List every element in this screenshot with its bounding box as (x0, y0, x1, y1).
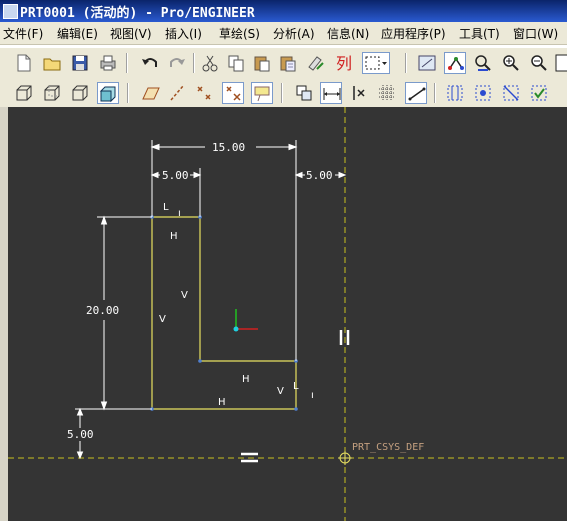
shade-closed-loop-icon[interactable] (444, 82, 466, 104)
menu-tools[interactable]: 工具(T) (459, 25, 500, 42)
constraint-vertical-3[interactable]: V (277, 386, 284, 397)
menu-applications[interactable]: 应用程序(P) (381, 25, 446, 42)
redo-icon[interactable] (166, 52, 188, 74)
toolbar-separator (126, 53, 128, 73)
new-file-icon[interactable] (13, 52, 35, 74)
toolbar-separator (193, 53, 195, 73)
overlapping-geometry-icon[interactable] (500, 82, 522, 104)
annotation-icon[interactable] (251, 82, 273, 104)
toolbar-separator (434, 83, 436, 103)
window-title: PRT0001 (活动的) - Pro/ENGINEER (20, 6, 255, 21)
zoom-out-icon[interactable] (528, 52, 550, 74)
sketch-profile[interactable] (151, 216, 297, 410)
repaint-icon[interactable] (472, 52, 494, 74)
toolbar-separator (281, 83, 283, 103)
constraint-horizontal-1[interactable]: H (170, 231, 178, 242)
menu-bar: 文件(F) 编辑(E) 视图(V) 插入(I) 草绘(S) 分析(A) 信息(N… (0, 22, 567, 45)
menu-analysis[interactable]: 分析(A) (273, 25, 315, 42)
constraint-horizontal-2[interactable]: H (242, 374, 250, 385)
sketch-vertices (150, 215, 298, 411)
shading-icon[interactable] (97, 82, 119, 104)
refit-icon[interactable] (553, 52, 567, 74)
datum-planes-icon[interactable] (140, 82, 162, 104)
open-folder-icon[interactable] (41, 52, 63, 74)
sketch-view-icon[interactable] (293, 82, 315, 104)
menu-insert[interactable]: 插入(I) (165, 25, 202, 42)
save-icon[interactable] (69, 52, 91, 74)
dimension-overall-width-text[interactable]: 15.00 (212, 141, 245, 154)
constraint-length-1[interactable]: L (163, 202, 169, 213)
toggle-vertices-icon[interactable] (405, 82, 427, 104)
toolbar-separator (405, 53, 407, 73)
wireframe-icon[interactable] (13, 82, 35, 104)
constraint-horizontal-3[interactable]: H (218, 397, 226, 408)
toggle-grid-icon[interactable] (376, 82, 398, 104)
sketch-orientation-icon[interactable] (416, 52, 438, 74)
zoom-in-icon[interactable] (500, 52, 522, 74)
vertex (294, 407, 298, 411)
constraint-vertical-2[interactable]: V (159, 314, 166, 325)
datum-points-icon[interactable] (193, 82, 215, 104)
menu-sketch[interactable]: 草绘(S) (219, 25, 260, 42)
menu-view[interactable]: 视图(V) (110, 25, 152, 42)
regenerate-icon[interactable] (305, 52, 327, 74)
dimension-bottom-offset-text[interactable]: 5.00 (67, 428, 94, 441)
copy-icon[interactable] (225, 52, 247, 74)
app-icon (3, 4, 18, 19)
toolbar-file: 列 (0, 48, 567, 78)
cut-icon[interactable] (199, 52, 221, 74)
constraint-length-2[interactable]: L (293, 381, 299, 392)
coordinate-systems-icon[interactable] (222, 82, 244, 104)
constraint-mark: ı (178, 208, 181, 219)
datum-axes-icon[interactable] (166, 82, 188, 104)
hidden-line-icon[interactable] (41, 82, 63, 104)
no-hidden-icon[interactable] (69, 82, 91, 104)
menu-file[interactable]: 文件(F) (3, 25, 43, 42)
menu-window[interactable]: 窗口(W) (513, 25, 558, 42)
csys-icon[interactable] (338, 451, 352, 465)
toolbar-sketch (0, 78, 567, 109)
csys-label[interactable]: PRT_CSYS_DEF (352, 442, 424, 453)
graphics-window[interactable]: 15.00 5.00 5.00 20.00 5.00 L ı H V V H V… (8, 107, 567, 521)
undo-icon[interactable] (139, 52, 161, 74)
constraint-mark: ı (311, 390, 314, 401)
relations-icon[interactable]: 列 (334, 52, 356, 74)
dimension-right-offset-text[interactable]: 5.00 (306, 169, 333, 182)
menu-info[interactable]: 信息(N) (327, 25, 369, 42)
print-icon[interactable] (97, 52, 119, 74)
relations-glyph: 列 (336, 54, 352, 73)
dimension-height-text[interactable]: 20.00 (86, 304, 119, 317)
toolbar-separator (127, 83, 129, 103)
paste-icon[interactable] (251, 52, 273, 74)
sketch-triad-icon (233, 309, 258, 332)
menu-edit[interactable]: 编辑(E) (57, 25, 98, 42)
dimension-left-thickness-text[interactable]: 5.00 (162, 169, 189, 182)
toggle-dimensions-icon[interactable] (320, 82, 342, 104)
toggle-constraints-icon[interactable] (348, 82, 370, 104)
highlight-open-ends-icon[interactable] (472, 82, 494, 104)
constraint-vertical-1[interactable]: V (181, 290, 188, 301)
selection-box-dropdown[interactable] (362, 52, 390, 74)
show-vertices-icon[interactable] (444, 52, 466, 74)
paste-special-icon[interactable] (277, 52, 299, 74)
vertex (198, 359, 202, 363)
sketch-svg: 15.00 5.00 5.00 20.00 5.00 L ı H V V H V… (8, 107, 567, 521)
sketch-check-icon[interactable] (528, 82, 550, 104)
title-bar: PRT0001 (活动的) - Pro/ENGINEER (0, 0, 567, 22)
left-resize-gutter[interactable] (0, 107, 8, 521)
